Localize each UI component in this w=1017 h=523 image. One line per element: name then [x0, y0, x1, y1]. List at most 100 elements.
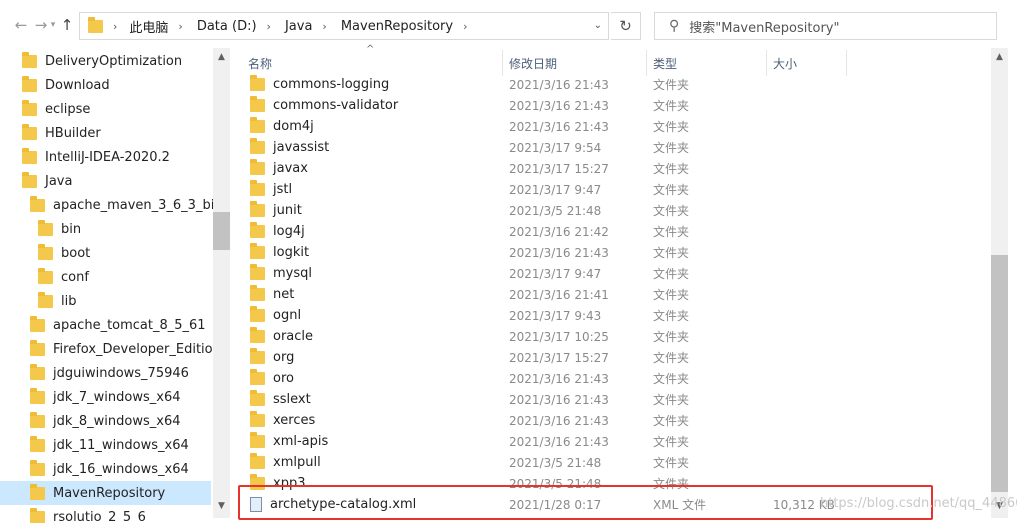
breadcrumb-separator[interactable]: ›	[178, 20, 182, 33]
file-row[interactable]: xml-apis 2021/3/16 21:43 文件夹	[240, 431, 990, 452]
scroll-down-icon[interactable]: ▼	[213, 501, 230, 511]
file-list-scrollbar-thumb[interactable]	[991, 255, 1008, 492]
folder-icon	[22, 99, 37, 116]
file-row[interactable]: xerces 2021/3/16 21:43 文件夹	[240, 410, 990, 431]
column-divider[interactable]	[846, 50, 847, 76]
nav-item[interactable]: lib	[0, 289, 211, 313]
nav-item[interactable]: Java	[0, 169, 211, 193]
file-name: junit	[273, 203, 302, 218]
file-row[interactable]: javax 2021/3/17 15:27 文件夹	[240, 158, 990, 179]
nav-item[interactable]: jdk_11_windows_x64	[0, 433, 211, 457]
file-row[interactable]: ognl 2021/3/17 9:43 文件夹	[240, 305, 990, 326]
folder-icon	[250, 243, 265, 259]
nav-item[interactable]: apache_maven_3_6_3_bin	[0, 193, 213, 217]
file-name: xml-apis	[273, 434, 329, 449]
arrow-left-icon: ←	[14, 16, 28, 34]
file-type: 文件夹	[653, 414, 690, 428]
file-name-cell: xmlpull	[250, 452, 321, 473]
folder-icon	[30, 507, 45, 523]
scroll-up-icon[interactable]: ▲	[213, 52, 230, 62]
file-row[interactable]: commons-logging 2021/3/16 21:43 文件夹	[240, 74, 990, 95]
nav-item-label: jdguiwindows_75946	[53, 365, 189, 381]
file-row[interactable]: mysql 2021/3/17 9:47 文件夹	[240, 263, 990, 284]
back-button[interactable]: ←	[10, 12, 32, 38]
folder-icon	[250, 453, 265, 469]
file-row[interactable]: commons-validator 2021/3/16 21:43 文件夹	[240, 95, 990, 116]
file-type: 文件夹	[653, 309, 690, 323]
file-name-cell: dom4j	[250, 116, 314, 137]
nav-item[interactable]: apache_tomcat_8_5_61	[0, 313, 211, 337]
file-row[interactable]: log4j 2021/3/16 21:42 文件夹	[240, 221, 990, 242]
nav-item[interactable]: DeliveryOptimization	[0, 49, 211, 73]
file-row[interactable]: net 2021/3/16 21:41 文件夹	[240, 284, 990, 305]
file-row[interactable]: logkit 2021/3/16 21:43 文件夹	[240, 242, 990, 263]
file-name-cell: mysql	[250, 263, 312, 284]
folder-icon	[250, 201, 265, 217]
address-field[interactable]: › 此电脑 › Data (D:) › Java › MavenReposito…	[79, 12, 609, 40]
file-name-cell: jstl	[250, 179, 292, 200]
nav-item-label: rsolutio_2_5_6	[53, 509, 146, 523]
file-row[interactable]: oro 2021/3/16 21:43 文件夹	[240, 368, 990, 389]
breadcrumb-item[interactable]: Data (D:)	[197, 19, 257, 34]
nav-item[interactable]: jdguiwindows_75946	[0, 361, 211, 385]
file-row[interactable]: junit 2021/3/5 21:48 文件夹	[240, 200, 990, 221]
breadcrumb-item[interactable]: 此电脑	[129, 17, 168, 36]
nav-item[interactable]: Firefox_Developer_Edition	[0, 337, 213, 361]
file-row[interactable]: javassist 2021/3/17 9:54 文件夹	[240, 137, 990, 158]
nav-item[interactable]: rsolutio_2_5_6	[0, 505, 211, 523]
file-row[interactable]: jstl 2021/3/17 9:47 文件夹	[240, 179, 990, 200]
nav-item[interactable]: conf	[0, 265, 211, 289]
nav-item[interactable]: HBuilder	[0, 121, 211, 145]
folder-icon	[30, 339, 45, 356]
refresh-button[interactable]: ↻	[611, 12, 641, 40]
nav-item-label: bin	[61, 221, 82, 237]
file-name: xmlpull	[273, 455, 321, 470]
breadcrumb-separator[interactable]: ›	[267, 20, 271, 33]
file-row[interactable]: sslext 2021/3/16 21:43 文件夹	[240, 389, 990, 410]
nav-item[interactable]: IntelliJ-IDEA-2020.2	[0, 145, 211, 169]
scroll-up-icon[interactable]: ▲	[991, 52, 1008, 62]
nav-item[interactable]: MavenRepository	[0, 481, 211, 505]
file-row[interactable]: org 2021/3/17 15:27 文件夹	[240, 347, 990, 368]
folder-icon	[30, 459, 45, 476]
nav-item[interactable]: bin	[0, 217, 211, 241]
column-divider[interactable]	[646, 50, 647, 76]
file-name: logkit	[273, 245, 310, 260]
search-input[interactable]: ⚲ 搜索"MavenRepository"	[654, 12, 997, 40]
folder-icon	[250, 180, 265, 196]
nav-item-label: lib	[61, 293, 77, 309]
nav-item[interactable]: jdk_8_windows_x64	[0, 409, 211, 433]
file-row[interactable]: xmlpull 2021/3/5 21:48 文件夹	[240, 452, 990, 473]
nav-item[interactable]: eclipse	[0, 97, 211, 121]
file-name: ognl	[273, 308, 302, 323]
breadcrumb-separator[interactable]: ›	[322, 20, 326, 33]
nav-scrollbar[interactable]: ▲ ▼	[213, 48, 230, 518]
nav-item[interactable]: Download	[0, 73, 211, 97]
column-divider[interactable]	[502, 50, 503, 76]
nav-item-label: IntelliJ-IDEA-2020.2	[45, 149, 170, 165]
file-name-cell: xerces	[250, 410, 315, 431]
column-divider[interactable]	[766, 50, 767, 76]
file-row[interactable]: oracle 2021/3/17 10:25 文件夹	[240, 326, 990, 347]
folder-icon	[30, 435, 45, 452]
nav-item-label: apache_maven_3_6_3_bin	[53, 197, 213, 213]
nav-item[interactable]: jdk_7_windows_x64	[0, 385, 211, 409]
nav-item[interactable]: jdk_16_windows_x64	[0, 457, 211, 481]
folder-icon	[250, 222, 265, 238]
file-row[interactable]: dom4j 2021/3/16 21:43 文件夹	[240, 116, 990, 137]
nav-scrollbar-thumb[interactable]	[213, 212, 230, 250]
file-name-cell: javax	[250, 158, 308, 179]
up-button[interactable]: ↑	[56, 12, 78, 38]
folder-icon	[250, 117, 265, 133]
breadcrumb-separator[interactable]: ›	[463, 20, 467, 33]
breadcrumb-item[interactable]: Java	[285, 19, 312, 34]
breadcrumb-item[interactable]: MavenRepository	[341, 19, 453, 34]
folder-icon	[250, 411, 265, 427]
folder-icon	[30, 411, 45, 428]
chevron-down-icon[interactable]: ⌄	[594, 20, 602, 31]
nav-item[interactable]: boot	[0, 241, 211, 265]
folder-icon	[250, 369, 265, 385]
file-type: 文件夹	[653, 288, 690, 302]
nav-item-label: jdk_7_windows_x64	[53, 389, 181, 405]
file-name: org	[273, 350, 295, 365]
